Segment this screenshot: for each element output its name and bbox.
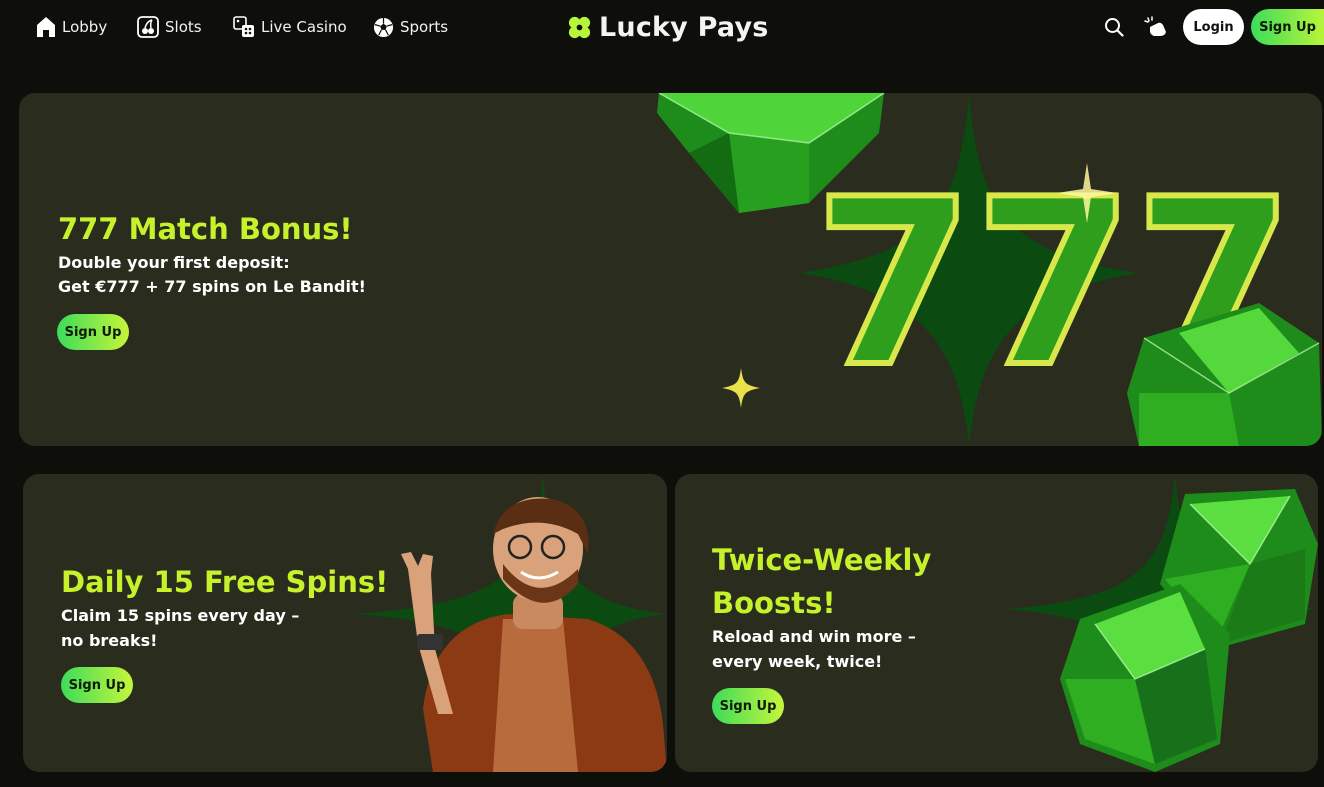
nav-lobby[interactable]: Lobby — [36, 13, 107, 41]
banner-title-line-1: Twice-Weekly — [712, 543, 932, 577]
nav-sports[interactable]: Sports — [373, 13, 448, 41]
cherry-icon — [137, 16, 159, 38]
banner-twice-weekly-boosts[interactable]: Twice-Weekly Boosts! Reload and win more… — [675, 474, 1318, 772]
brand-logo[interactable]: Lucky Pays — [566, 10, 769, 44]
banner-title: 777 Match Bonus! — [58, 212, 353, 246]
nav-live-casino[interactable]: Live Casino — [233, 13, 347, 41]
person-illustration — [401, 497, 667, 772]
nav-lobby-label: Lobby — [62, 18, 108, 36]
banner-subtitle-line-1: Reload and win more – — [712, 627, 916, 646]
search-button[interactable] — [1101, 14, 1127, 40]
banner-title: Daily 15 Free Spins! — [61, 565, 389, 599]
banner-boosts-artwork — [1005, 474, 1318, 772]
banner-subtitle-line-1: Claim 15 spins every day – — [61, 606, 300, 625]
banner-777-match-bonus[interactable]: 777 777 Match Bonus! Double your first d… — [19, 93, 1322, 446]
brand-name: Lucky Pays — [599, 11, 769, 43]
dice-icon — [233, 16, 254, 37]
hero-signup-button[interactable]: Sign Up — [57, 314, 129, 350]
nav-slots-label: Slots — [165, 18, 202, 36]
banner-subtitle-line-2: no breaks! — [61, 631, 158, 650]
banner-title-line-2: Boosts! — [712, 586, 836, 620]
theme-toggle-button[interactable] — [1143, 14, 1169, 40]
nav-sports-label: Sports — [400, 18, 449, 36]
nav-live-casino-label: Live Casino — [261, 18, 347, 36]
spins-signup-button[interactable]: Sign Up — [61, 667, 133, 703]
sparkle-hand-icon — [1144, 16, 1166, 36]
banner-777-artwork: 777 — [657, 93, 1322, 446]
soccer-ball-icon — [373, 17, 394, 37]
house-icon — [37, 17, 55, 37]
boosts-signup-button[interactable]: Sign Up — [712, 688, 784, 724]
nav-slots[interactable]: Slots — [137, 13, 202, 41]
banner-spins-artwork — [353, 474, 667, 772]
login-button[interactable]: Login — [1183, 9, 1244, 45]
top-navigation-bar: Lobby Slots Live Casino Sports Lucky Pay… — [0, 0, 1324, 56]
banner-subtitle-line-1: Double your first deposit: — [58, 253, 290, 272]
clover-icon — [568, 16, 591, 38]
sparkle-icon — [722, 368, 760, 408]
search-icon — [1105, 18, 1124, 37]
banner-subtitle-line-2: every week, twice! — [712, 652, 883, 671]
banner-subtitle-line-2: Get €777 + 77 spins on Le Bandit! — [58, 277, 366, 296]
banner-daily-free-spins[interactable]: Daily 15 Free Spins! Claim 15 spins ever… — [23, 474, 667, 772]
signup-button-header[interactable]: Sign Up — [1251, 9, 1324, 45]
